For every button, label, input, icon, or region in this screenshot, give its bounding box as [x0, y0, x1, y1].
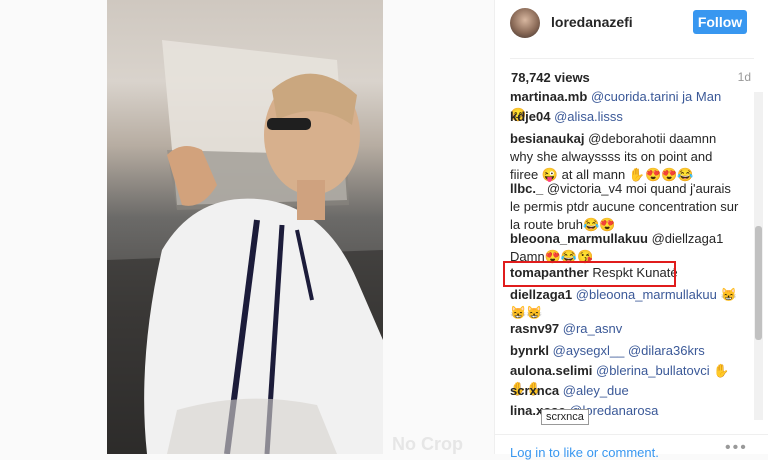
comment-user[interactable]: diellzaga1 [510, 287, 572, 302]
post-age[interactable]: 1d [738, 70, 751, 84]
header-divider [510, 58, 754, 59]
watermark-text: No Crop [392, 434, 463, 454]
comment-user[interactable]: martinaa.mb [510, 89, 587, 104]
comments-list[interactable]: martinaa.mb @cuorida.tarini ja Man 😊 kdj… [510, 88, 753, 426]
comment-text[interactable]: @aysegxl__ @dilara36krs [553, 343, 705, 358]
comment-item: rasnv97 @ra_asnv [510, 320, 740, 338]
comment-user[interactable]: llbc._ [510, 181, 543, 196]
comment-text: @victoria_v4 moi quand j'aurais le permi… [510, 181, 739, 232]
login-link[interactable]: Log in to like or comment. [510, 445, 659, 460]
post-stats: 78,742 views 1d [511, 70, 751, 85]
post-footer: Log in to like or comment. ••• [495, 434, 768, 460]
post-header: loredanazefi Follow [495, 0, 768, 50]
comment-user[interactable]: kdje04 [510, 109, 550, 124]
comment-user[interactable]: rasnv97 [510, 321, 559, 336]
comment-item: bynrkl @aysegxl__ @dilara36krs [510, 342, 740, 360]
comment-item: llbc._ @victoria_v4 moi quand j'aurais l… [510, 180, 740, 234]
avatar[interactable] [510, 8, 540, 38]
comment-item: kdje04 @alisa.lisss [510, 108, 740, 126]
comment-user[interactable]: bynrkl [510, 343, 549, 358]
comment-user[interactable]: bleoona_marmullakuu [510, 231, 648, 246]
post-side-panel: loredanazefi Follow 78,742 views 1d mart… [494, 0, 768, 460]
comment-item: besianaukaj @deborahotii daamnn why she … [510, 130, 740, 184]
views-count: 78,742 views [511, 70, 590, 85]
comment-text[interactable]: @aley_due [563, 383, 629, 398]
username-tooltip: scrxnca [541, 409, 589, 425]
comment-highlight-box [503, 261, 676, 287]
more-options-icon[interactable]: ••• [725, 439, 748, 457]
video-frame [107, 40, 383, 454]
comment-user[interactable]: scrxnca [510, 383, 559, 398]
post-media-video[interactable] [107, 0, 383, 454]
username-link[interactable]: loredanazefi [551, 14, 633, 30]
comments-scrollbar-thumb[interactable] [755, 226, 762, 340]
follow-button[interactable]: Follow [693, 10, 747, 34]
comment-text[interactable]: @ra_asnv [563, 321, 622, 336]
comment-user[interactable]: aulona.selimi [510, 363, 592, 378]
comment-item: diellzaga1 @bleoona_marmullakuu 😸😸😸 [510, 286, 740, 322]
comment-text[interactable]: @alisa.lisss [554, 109, 623, 124]
comment-user[interactable]: besianaukaj [510, 131, 584, 146]
comment-item: scrxnca @aley_due [510, 382, 740, 400]
